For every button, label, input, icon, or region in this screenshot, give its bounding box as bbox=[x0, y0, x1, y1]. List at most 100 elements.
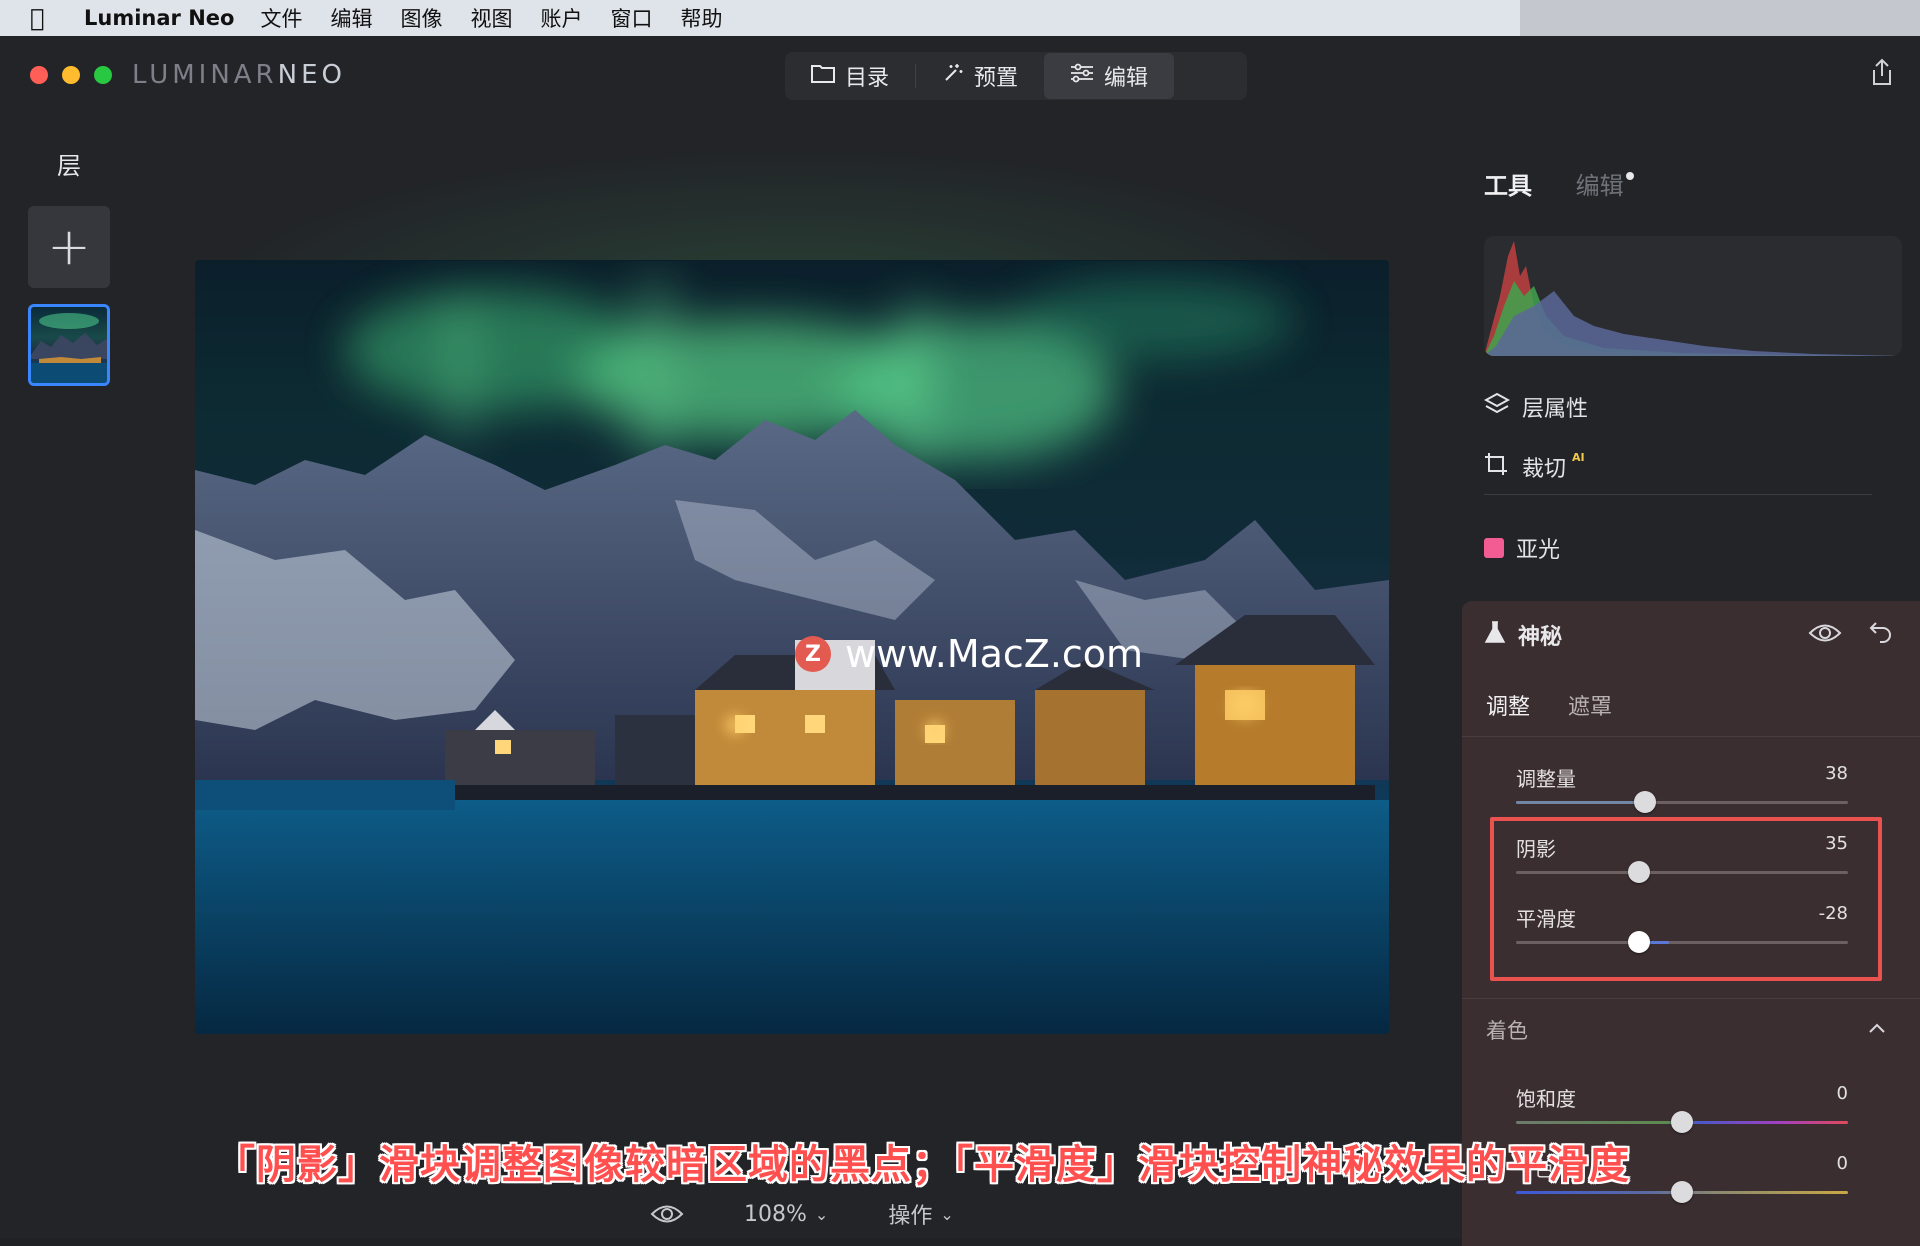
thumbnail-image bbox=[31, 313, 107, 383]
matte-color-swatch bbox=[1484, 538, 1504, 558]
watermark-logo-icon: Z bbox=[795, 636, 831, 672]
subtab-mask[interactable]: 遮罩 bbox=[1568, 689, 1612, 721]
logo-luminar: LUMINAR bbox=[132, 60, 278, 90]
menu-app-name[interactable]: Luminar Neo bbox=[84, 6, 234, 30]
zoom-level: 108% bbox=[744, 1201, 807, 1227]
apple-icon[interactable]:  bbox=[30, 4, 70, 32]
menubar-status-area bbox=[1520, 0, 1920, 36]
watermark: Z www.MacZ.com bbox=[795, 632, 1143, 676]
tint-section-title[interactable]: 着色 bbox=[1486, 1015, 1528, 1045]
magic-wand-icon bbox=[942, 62, 964, 90]
share-button[interactable] bbox=[1870, 58, 1894, 93]
nav-crop-label: 裁切 bbox=[1522, 457, 1567, 482]
panel-tabs: 工具 编辑 bbox=[1484, 166, 1634, 201]
slider-amount-label: 调整量 bbox=[1516, 767, 1576, 791]
watermark-text: www.MacZ.com bbox=[845, 632, 1144, 676]
slider-saturation-knob[interactable] bbox=[1671, 1111, 1693, 1133]
flask-icon bbox=[1484, 620, 1506, 650]
menu-file[interactable]: 文件 bbox=[260, 3, 302, 33]
layer-thumbnail[interactable] bbox=[28, 304, 110, 386]
tab-tools[interactable]: 工具 bbox=[1484, 172, 1532, 200]
app-logo: LUMINARNEO bbox=[132, 60, 346, 90]
preview-toggle-button[interactable] bbox=[650, 1203, 684, 1225]
ai-badge: AI bbox=[1572, 450, 1585, 464]
zoom-window-button[interactable] bbox=[94, 66, 112, 84]
slider-amount-fill bbox=[1516, 801, 1649, 804]
tab-presets-label: 预置 bbox=[974, 66, 1019, 91]
nav-layer-properties[interactable]: 层属性 bbox=[1483, 391, 1589, 423]
nav-divider bbox=[1484, 494, 1872, 495]
slider-shadows-knob[interactable] bbox=[1628, 861, 1650, 883]
histogram bbox=[1484, 236, 1902, 356]
tint-divider bbox=[1462, 998, 1920, 999]
slider-shadows-track[interactable] bbox=[1516, 871, 1848, 874]
menu-bar:  Luminar Neo 文件 编辑 图像 视图 账户 窗口 帮助 bbox=[0, 0, 1920, 36]
slider-smoothness-knob[interactable] bbox=[1628, 931, 1650, 953]
photo-image bbox=[195, 280, 1389, 1034]
mystic-title: 神秘 bbox=[1518, 625, 1563, 650]
nav-matte[interactable]: 亚光 bbox=[1484, 532, 1560, 564]
reset-button[interactable] bbox=[1868, 619, 1894, 650]
logo-neo: NEO bbox=[277, 60, 346, 90]
close-window-button[interactable] bbox=[30, 66, 48, 84]
slider-smoothness-track[interactable] bbox=[1516, 941, 1848, 944]
slider-amount[interactable]: 调整量 38 bbox=[1516, 763, 1848, 813]
canvas-bottom-bar: 108% ⌄ 操作 ⌄ bbox=[650, 1198, 1014, 1230]
actions-label: 操作 bbox=[888, 1204, 933, 1229]
slider-amount-knob[interactable] bbox=[1634, 791, 1656, 813]
slider-shadows-label: 阴影 bbox=[1516, 837, 1556, 861]
tab-presets[interactable]: 预置 bbox=[916, 53, 1044, 99]
tutorial-caption: 「阴影」滑块调整图像较暗区域的黑点；「平滑度」滑块控制神秘效果的平滑度 bbox=[215, 1142, 1630, 1188]
slider-saturation-value: 0 bbox=[1836, 1083, 1848, 1104]
slider-hue-knob[interactable] bbox=[1671, 1181, 1693, 1203]
sliders-icon bbox=[1070, 63, 1094, 89]
nav-crop[interactable]: 裁切 AI bbox=[1484, 451, 1585, 483]
histogram-graph bbox=[1484, 241, 1902, 356]
add-layer-button[interactable]: + bbox=[28, 206, 110, 288]
layers-icon bbox=[1483, 392, 1514, 422]
slider-smoothness-value: -28 bbox=[1818, 903, 1848, 924]
folder-icon bbox=[811, 63, 835, 89]
tab-edits[interactable]: 编辑 bbox=[1576, 172, 1624, 200]
crop-icon bbox=[1484, 452, 1514, 482]
slider-smoothness[interactable]: 平滑度 -28 bbox=[1516, 903, 1848, 953]
menu-edit[interactable]: 编辑 bbox=[330, 3, 372, 33]
slider-amount-value: 38 bbox=[1825, 763, 1848, 784]
menu-image[interactable]: 图像 bbox=[400, 3, 442, 33]
edits-indicator-dot bbox=[1625, 172, 1634, 180]
plus-icon: + bbox=[47, 217, 91, 277]
chevron-down-icon: ⌄ bbox=[814, 1204, 829, 1224]
tab-catalog-label: 目录 bbox=[845, 66, 890, 91]
toggle-visibility-button[interactable] bbox=[1808, 621, 1842, 651]
photo-canvas[interactable] bbox=[195, 260, 1389, 1034]
layers-title: 层 bbox=[57, 152, 81, 180]
subtab-adjust[interactable]: 调整 bbox=[1486, 689, 1530, 721]
toolbar: LUMINARNEO 目录 预置 编辑 bbox=[0, 36, 1920, 112]
tab-catalog[interactable]: 目录 bbox=[785, 53, 915, 99]
minimize-window-button[interactable] bbox=[62, 66, 80, 84]
menu-window[interactable]: 窗口 bbox=[610, 3, 652, 33]
undo-icon bbox=[1869, 622, 1891, 643]
mystic-subtabs: 调整 遮罩 bbox=[1486, 689, 1650, 721]
slider-shadows[interactable]: 阴影 35 bbox=[1516, 833, 1848, 883]
app-window: LUMINARNEO 目录 预置 编辑 层 + Z www.MacZ.com 「… bbox=[0, 36, 1920, 1246]
slider-saturation[interactable]: 饱和度 0 bbox=[1516, 1083, 1848, 1133]
nav-matte-label: 亚光 bbox=[1516, 538, 1561, 563]
slider-shadows-value: 35 bbox=[1825, 833, 1848, 854]
tab-edit-label: 编辑 bbox=[1104, 66, 1149, 91]
share-icon bbox=[1873, 58, 1891, 85]
nav-layer-properties-label: 层属性 bbox=[1522, 397, 1589, 422]
actions-dropdown[interactable]: 操作 ⌄ bbox=[888, 1198, 953, 1230]
chevron-down-icon: ⌄ bbox=[940, 1204, 954, 1224]
menu-help[interactable]: 帮助 bbox=[680, 3, 722, 33]
zoom-dropdown[interactable]: 108% ⌄ bbox=[744, 1202, 828, 1227]
menu-account[interactable]: 账户 bbox=[540, 3, 582, 33]
eye-icon bbox=[1808, 624, 1842, 642]
menu-view[interactable]: 视图 bbox=[470, 3, 512, 33]
mode-tabs: 目录 预置 编辑 bbox=[785, 52, 1247, 100]
slider-hue-value: 0 bbox=[1836, 1153, 1848, 1174]
slider-saturation-label: 饱和度 bbox=[1516, 1087, 1576, 1111]
tab-edit[interactable]: 编辑 bbox=[1044, 53, 1175, 99]
chevron-up-icon[interactable] bbox=[1868, 1015, 1886, 1040]
eye-icon bbox=[650, 1205, 684, 1223]
